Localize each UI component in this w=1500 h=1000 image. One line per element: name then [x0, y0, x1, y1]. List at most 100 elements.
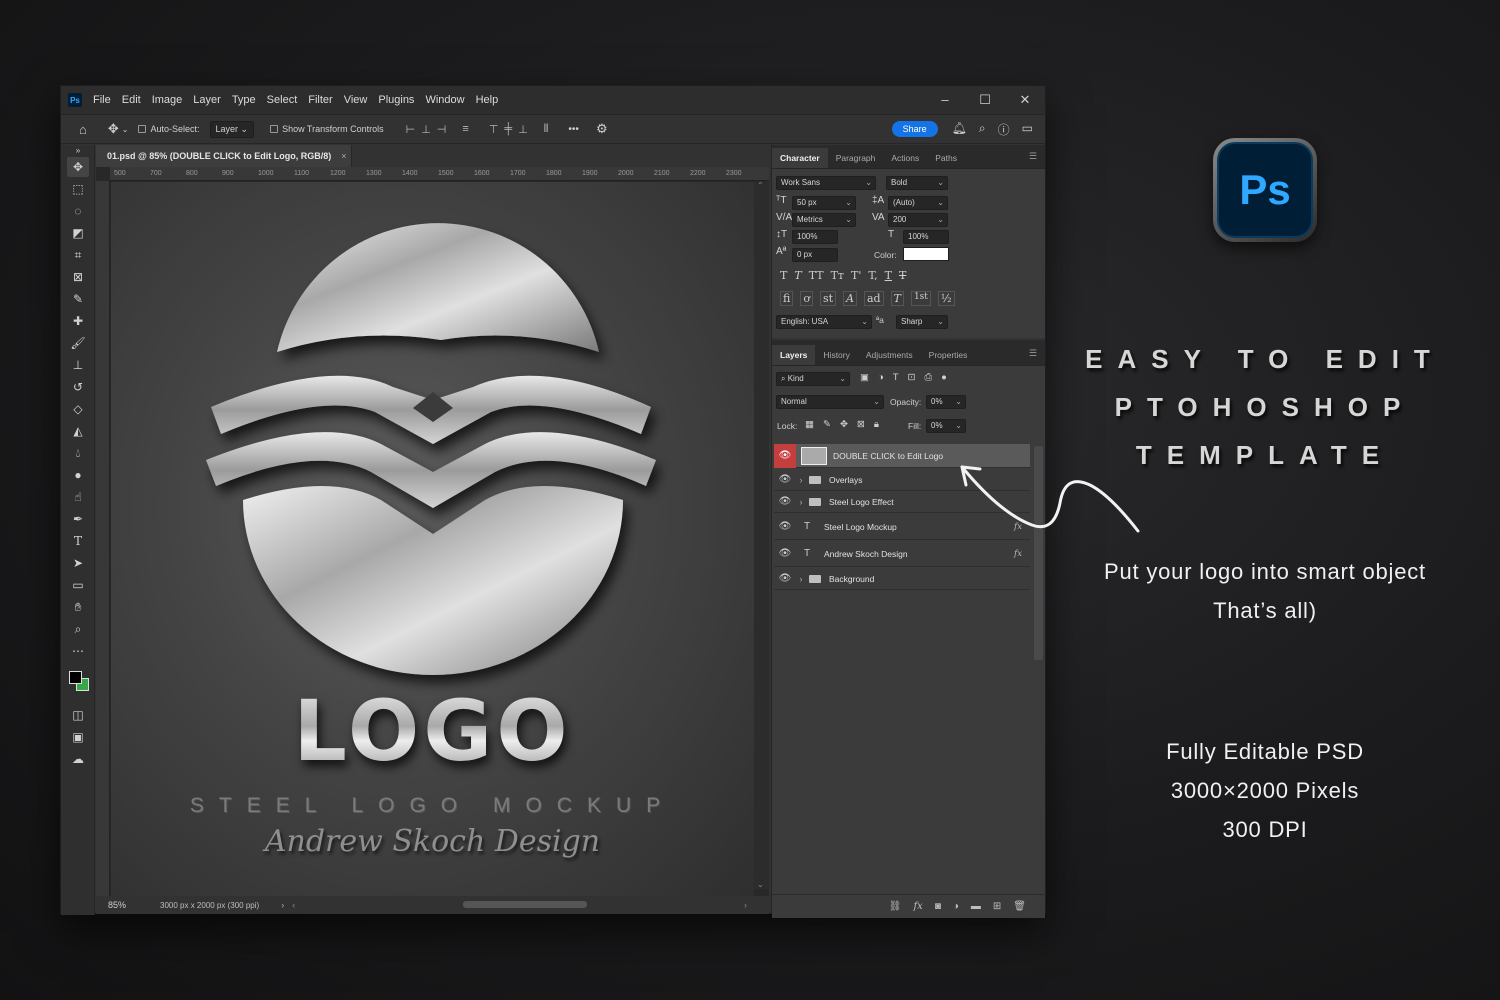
lock-position-icon[interactable]: ✥: [840, 419, 848, 430]
adjustment-layer-icon[interactable]: ◑: [953, 901, 959, 912]
fill-field[interactable]: 0% ⌄: [926, 419, 966, 433]
faux-italic-button[interactable]: T: [794, 269, 801, 282]
menu-window[interactable]: Window: [420, 94, 470, 106]
stylistic-alternates-button[interactable]: ad: [864, 291, 884, 306]
rectangle-tool-icon[interactable]: ▭: [67, 575, 89, 595]
quick-mask-icon[interactable]: ◫: [67, 705, 89, 725]
tab-adjustments[interactable]: Adjustments: [858, 345, 921, 365]
panel-menu-icon[interactable]: ☰: [1029, 348, 1037, 359]
tracking-field[interactable]: 200 ⌄: [888, 213, 948, 227]
menu-help[interactable]: Help: [471, 94, 505, 106]
distribute-vertical-icon[interactable]: ⫴: [544, 123, 549, 136]
lasso-tool-icon[interactable]: ◌: [67, 201, 89, 221]
superscript-button[interactable]: T': [851, 269, 861, 282]
document-tab[interactable]: 01.psd @ 85% (DOUBLE CLICK to Edit Logo,…: [96, 145, 352, 167]
filter-pixel-icon[interactable]: ▣: [860, 372, 869, 383]
panel-menu-icon[interactable]: ☰: [1029, 151, 1037, 162]
help-icon[interactable]: ⓘ: [998, 121, 1010, 138]
status-arrow-icon[interactable]: ›: [281, 900, 284, 910]
paint-bucket-tool-icon[interactable]: ◭: [67, 421, 89, 441]
search-icon[interactable]: ⌕: [979, 121, 986, 138]
lock-pixels-icon[interactable]: ✎: [823, 419, 831, 430]
frame-tool-icon[interactable]: ⊠: [67, 267, 89, 287]
auto-select-checkbox[interactable]: [138, 125, 147, 133]
filter-type-icon[interactable]: T: [893, 372, 899, 383]
eraser-tool-icon[interactable]: ◇: [67, 399, 89, 419]
more-options-icon[interactable]: •••: [568, 124, 579, 135]
blur-tool-icon[interactable]: 💧︎: [67, 443, 89, 463]
blend-mode-select[interactable]: Normal ⌄: [776, 395, 884, 409]
distribute-icon[interactable]: ≡: [462, 123, 468, 136]
scroll-left-icon[interactable]: ‹: [292, 900, 295, 910]
minimize-button[interactable]: –: [925, 92, 965, 108]
screen-mode-icon[interactable]: ▣: [67, 727, 89, 747]
gear-icon[interactable]: ⚙: [596, 121, 608, 137]
auto-select-target-dropdown[interactable]: Layer ⌄: [209, 120, 255, 138]
new-group-icon[interactable]: ▬: [971, 901, 981, 912]
trash-icon[interactable]: 🗑︎: [1013, 901, 1026, 912]
history-brush-tool-icon[interactable]: ↺: [67, 377, 89, 397]
smudge-tool-icon[interactable]: ☝︎: [67, 487, 89, 507]
lock-artboard-icon[interactable]: ⊠: [857, 419, 865, 430]
visibility-eye-icon[interactable]: 👁︎: [774, 491, 796, 513]
workspace-icon[interactable]: ▭: [1022, 121, 1033, 138]
strikethrough-button[interactable]: T: [899, 269, 906, 282]
small-caps-button[interactable]: Tт: [831, 269, 844, 282]
scroll-right-icon[interactable]: ›: [744, 900, 747, 910]
tab-paragraph[interactable]: Paragraph: [828, 148, 884, 168]
close-button[interactable]: ✕: [1005, 92, 1045, 108]
menu-plugins[interactable]: Plugins: [373, 94, 420, 106]
new-layer-icon[interactable]: ⊞: [993, 901, 1001, 912]
ordinals-button[interactable]: 1st: [910, 291, 931, 306]
color-swatches[interactable]: [63, 667, 93, 699]
maximize-button[interactable]: ☐: [965, 92, 1005, 108]
horizontal-scrollbar[interactable]: [463, 901, 587, 908]
kerning-field[interactable]: Metrics ⌄: [792, 213, 856, 227]
menu-image[interactable]: Image: [147, 94, 189, 106]
tab-actions[interactable]: Actions: [883, 148, 927, 168]
bell-icon[interactable]: 🔔︎: [952, 121, 967, 138]
filter-toggle-icon[interactable]: ●: [941, 372, 947, 383]
all-caps-button[interactable]: TT: [809, 269, 824, 282]
tab-paths[interactable]: Paths: [927, 148, 965, 168]
tab-character[interactable]: Character: [772, 148, 828, 168]
menu-file[interactable]: File: [88, 94, 117, 106]
expand-chevron-icon[interactable]: ›: [796, 574, 806, 584]
menu-filter[interactable]: Filter: [303, 94, 338, 106]
font-family-select[interactable]: Work Sans ⌄: [776, 176, 876, 190]
move-tool-icon[interactable]: ✥: [67, 157, 89, 177]
baseline-shift-field[interactable]: 0 px: [792, 248, 838, 262]
menu-select[interactable]: Select: [262, 94, 304, 106]
visibility-eye-icon[interactable]: 👁︎: [774, 469, 796, 491]
menu-edit[interactable]: Edit: [117, 94, 147, 106]
filter-shape-icon[interactable]: ⊡: [908, 372, 916, 383]
foreground-color[interactable]: [69, 671, 82, 684]
dodge-tool-icon[interactable]: ●: [67, 465, 89, 485]
swash-button[interactable]: A: [843, 291, 857, 306]
brush-tool-icon[interactable]: 🖌︎: [67, 333, 89, 353]
share-for-review-icon[interactable]: ☁: [67, 749, 89, 769]
visibility-eye-icon[interactable]: 👁︎: [774, 443, 796, 468]
subscript-button[interactable]: T,: [868, 269, 877, 282]
contextual-alternates-button[interactable]: ơ: [800, 291, 813, 306]
add-style-icon[interactable]: fx: [913, 901, 922, 912]
chevron-down-icon[interactable]: ⌄: [122, 125, 129, 134]
share-button[interactable]: Share: [891, 121, 938, 137]
collapse-icon[interactable]: »: [67, 145, 89, 155]
menu-layer[interactable]: Layer: [188, 94, 227, 106]
filter-adjustment-icon[interactable]: ◑: [878, 372, 884, 383]
filter-smart-object-icon[interactable]: ⎙: [925, 372, 933, 383]
hand-tool-icon[interactable]: ✋︎: [67, 597, 89, 617]
align-bottom-icon[interactable]: ⊥: [518, 123, 528, 136]
tab-history[interactable]: History: [815, 345, 857, 365]
vertical-scrollbar[interactable]: ⌃ ⌄: [754, 181, 769, 889]
visibility-eye-icon[interactable]: 👁︎: [774, 516, 796, 538]
opacity-field[interactable]: 0% ⌄: [926, 395, 966, 409]
scroll-up-icon[interactable]: ⌃: [757, 181, 764, 190]
underline-button[interactable]: T: [885, 269, 892, 282]
edit-toolbar-icon[interactable]: ⋯: [67, 641, 89, 661]
faux-bold-button[interactable]: T: [780, 269, 787, 282]
font-size-field[interactable]: 50 px ⌄: [792, 196, 856, 210]
crop-tool-icon[interactable]: ⌗: [67, 245, 89, 265]
link-layers-icon[interactable]: ⛓: [889, 901, 902, 912]
